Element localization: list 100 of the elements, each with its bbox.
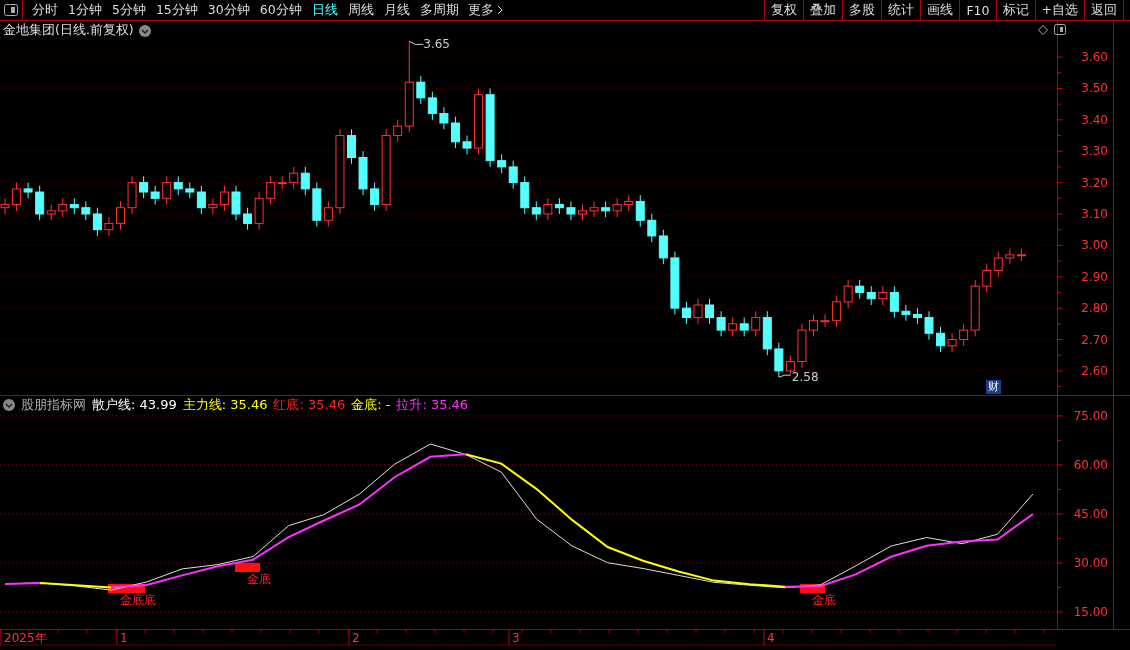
chart-title: 金地集团(日线.前复权) [3,22,134,39]
axis-label: 45.00 [1073,506,1108,521]
candlestick [912,307,922,325]
more-tab[interactable]: 更多 [463,1,507,19]
candlestick [231,185,241,221]
candlestick [809,313,818,337]
period-tab[interactable]: 周线 [342,1,379,19]
toolbar-button[interactable]: 标记 [995,0,1035,20]
candlestick [612,197,622,218]
candlestick [797,323,807,369]
date-label: 2 [352,631,360,645]
signal-label: 金底底 [120,593,156,607]
candlestick [832,295,842,328]
candlestick [855,279,865,300]
chevron-icon [496,5,503,15]
period-tab[interactable]: 15分钟 [150,1,203,19]
period-tab[interactable]: 月线 [378,1,415,19]
indicator-readout: 金底: - [351,396,391,414]
indicator-readout: 主力线: 35.46 [182,396,268,414]
date-label: 3 [512,631,520,645]
period-tab[interactable]: 1分钟 [63,1,107,19]
candlestick [1005,248,1015,265]
axis-label: 60.00 [1073,457,1108,472]
toolbar-button[interactable]: 复权 [764,0,804,20]
period-tab[interactable]: 5分钟 [106,1,151,19]
candlestick [843,279,853,309]
candlestick [705,298,715,325]
candlestick [358,150,368,196]
axis-label: 3.10 [1081,207,1108,221]
axis-label: 2.60 [1081,363,1108,378]
period-tab[interactable]: 分时 [27,1,63,19]
candlestick [104,216,114,237]
axis-label: 3.40 [1081,112,1108,127]
indicator-readout: 拉升: 35.46 [396,396,469,414]
axis-label: 3.60 [1081,50,1108,65]
candlestick [601,200,611,218]
candlestick [474,87,484,155]
signal-bar [800,584,825,593]
candlestick [693,298,703,325]
dropdown-icon[interactable] [3,399,15,411]
panel-toggle-icon[interactable] [1054,24,1066,35]
candlestick [901,304,911,322]
candlestick [508,160,518,190]
toolbar-button[interactable]: F10 [959,0,996,20]
candlestick [416,75,426,105]
period-tab[interactable]: 60分钟 [254,1,307,19]
axis-label: 2.80 [1081,301,1108,316]
panel-toggle-icon[interactable] [4,4,18,16]
high-price-label: 3.65 [423,37,450,52]
leader-line [778,374,792,378]
candlestick [993,251,1003,278]
toolbar-button[interactable]: 统计 [881,0,921,20]
toolbar-button[interactable]: 画线 [920,0,960,20]
news-badge[interactable]: 财 [986,380,1001,394]
axis-label: 2.70 [1081,332,1108,347]
candlestick [866,285,876,306]
candlestick [658,229,668,265]
candlestick [150,185,160,206]
period-tab[interactable]: 多周期 [414,1,464,19]
indicator-readout: 散户线: 43.99 [92,396,177,414]
candlestick [1016,248,1026,262]
candlestick [728,317,738,337]
axis-label: 2.90 [1081,269,1108,284]
toolbar-button[interactable]: 叠加 [803,0,843,20]
candlestick [347,128,356,165]
leader-line [408,40,424,45]
signal-label: 金底 [247,572,271,586]
axis-label: 15.00 [1073,605,1108,619]
period-tab[interactable]: 30分钟 [202,1,255,19]
candlestick [439,106,449,130]
axis-label: 3.00 [1081,238,1108,253]
axis-label: 30.00 [1073,556,1108,570]
period-tab[interactable]: 日线 [306,1,343,19]
date-label: 1 [120,631,128,645]
candlestick [936,326,946,353]
candlestick [554,197,564,215]
candlestick [947,332,957,353]
candlestick [300,166,310,196]
candlestick [92,207,102,237]
indicator-readout: 红底: 35.46 [273,396,346,414]
candlestick [0,197,10,215]
candlestick [820,313,830,328]
diamond-icon[interactable] [1038,24,1048,35]
candlestick [289,166,299,190]
candlestick [647,213,657,243]
dropdown-icon[interactable] [138,24,151,37]
toolbar-button[interactable]: 多股 [842,0,882,20]
candlestick [450,116,460,149]
signal-label: 金底 [812,593,836,607]
candlestick [982,263,992,293]
candlestick [589,200,599,218]
candlestick [497,153,507,174]
toolbar-button[interactable]: 返回 [1084,0,1124,20]
axis-label: 3.20 [1081,175,1108,190]
indicator-name: 股朋指标网 [21,396,86,414]
toolbar-button[interactable]: +自选 [1034,0,1084,20]
axis-label: 75.00 [1073,408,1108,423]
candlestick [566,200,576,221]
candlestick [116,200,125,231]
low-price-label: 2.58 [791,370,819,385]
